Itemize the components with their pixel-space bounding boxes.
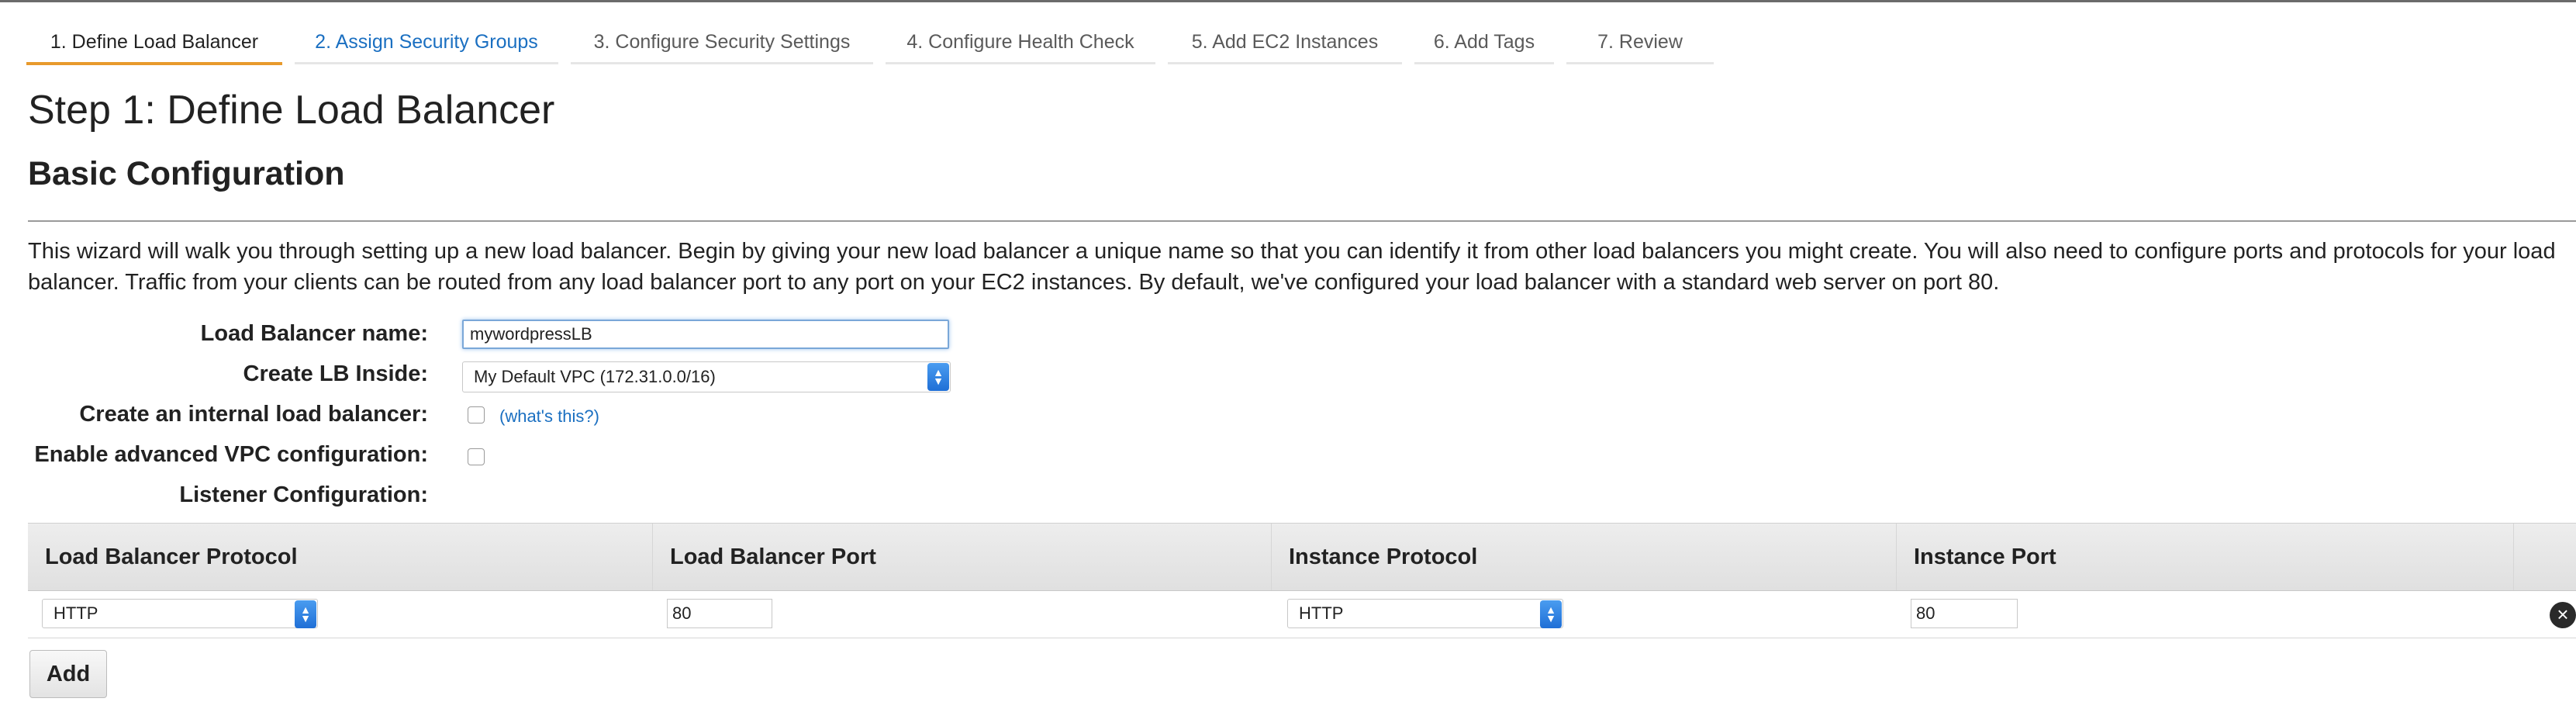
vpc-select[interactable]: My Default VPC (172.31.0.0/16) ▲ ▼ [462,361,951,392]
page-title: Step 1: Define Load Balancer [28,88,555,133]
listener-configuration-label: Listener Configuration: [179,482,428,507]
tab-add-ec2-instances[interactable]: 5. Add EC2 Instances [1168,22,1402,64]
advanced-vpc-label: Enable advanced VPC configuration: [34,442,428,467]
lb-protocol-select[interactable]: HTTP ▲ ▼ [42,599,318,628]
create-lb-inside-label: Create LB Inside: [243,361,429,386]
remove-listener-button[interactable]: × [2550,602,2576,628]
top-border [0,0,2576,2]
instance-protocol-value: HTTP [1299,603,1344,623]
column-header-instance-protocol: Instance Protocol [1272,524,1897,590]
wizard-description: This wizard will walk you through settin… [28,239,2556,295]
close-icon: × [2557,603,2569,626]
tab-configure-health-check[interactable]: 4. Configure Health Check [886,22,1155,64]
instance-port-input[interactable] [1911,599,2018,628]
vpc-select-value: My Default VPC (172.31.0.0/16) [474,367,716,386]
tab-review[interactable]: 7. Review [1566,22,1714,64]
whats-this-link[interactable]: (what's this?) [499,406,599,427]
column-header-lb-port: Load Balancer Port [653,524,1272,590]
tab-assign-security-groups[interactable]: 2. Assign Security Groups [295,22,558,64]
internal-lb-checkbox[interactable] [468,406,485,424]
tab-configure-security-settings[interactable]: 3. Configure Security Settings [571,22,873,64]
add-listener-button[interactable]: Add [29,650,107,698]
advanced-vpc-checkbox[interactable] [468,448,485,465]
instance-protocol-select[interactable]: HTTP ▲ ▼ [1287,599,1563,628]
column-header-lb-protocol: Load Balancer Protocol [28,524,653,590]
listener-table-header: Load Balancer Protocol Load Balancer Por… [28,523,2576,591]
section-title: Basic Configuration [28,155,345,192]
load-balancer-name-label: Load Balancer name: [200,321,428,346]
tab-define-load-balancer[interactable]: 1. Define Load Balancer [26,22,282,65]
table-row: HTTP ▲▼ HTTP ▲▼ × [28,589,2576,638]
select-arrows-icon: ▲ ▼ [295,600,316,628]
column-header-instance-port: Instance Port [1897,524,2514,590]
lb-port-input[interactable] [667,599,772,628]
internal-lb-label: Create an internal load balancer: [79,402,428,427]
select-arrows-icon: ▲ ▼ [1540,600,1562,628]
lb-protocol-value: HTTP [54,603,98,623]
select-arrows-icon: ▲ ▼ [927,363,949,391]
load-balancer-name-input[interactable] [462,320,949,349]
section-divider [28,220,2576,222]
tab-add-tags[interactable]: 6. Add Tags [1414,22,1554,64]
